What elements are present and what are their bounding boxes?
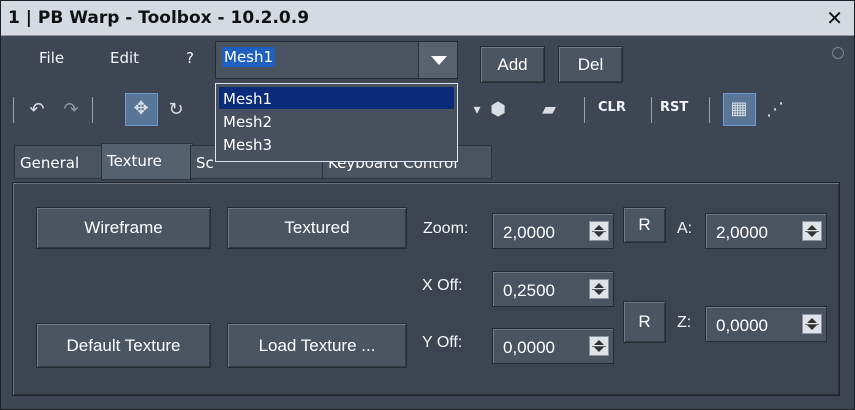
window-title: 1 | PB Warp - Toolbox - 10.2.0.9 [8,8,310,28]
mesh-option-3[interactable]: Mesh3 [219,133,454,155]
toolbar-separator [92,97,93,123]
y-offset-spin-icon[interactable] [589,336,609,356]
z-label: Z: [677,314,692,331]
fill-icon[interactable]: ⬢ [488,100,508,120]
toolbar-grip [13,97,14,123]
mesh-dropdown-list: Mesh1 Mesh2 Mesh3 [215,83,458,162]
undo-icon[interactable]: ↶ [27,100,47,120]
pb-warp-toolbox-window: 1 | PB Warp - Toolbox - 10.2.0.9 ✕ File … [0,0,855,410]
x-offset-label: X Off: [422,277,463,294]
y-offset-input[interactable]: 0,0000 [492,328,614,364]
tab-general[interactable]: General [14,145,104,179]
wireframe-button[interactable]: Wireframe [36,207,211,249]
x-offset-input[interactable]: 0,2500 [492,271,614,307]
default-texture-label: Default Texture [66,335,181,355]
reset-zoom-button[interactable]: R [623,207,666,243]
a-value: 2,0000 [716,223,768,242]
z-spin-icon[interactable] [802,314,822,334]
mesh-option-3-label: Mesh3 [223,136,273,154]
move-tool-button[interactable]: ✥ [125,93,158,126]
textured-button[interactable]: Textured [227,207,407,249]
z-input[interactable]: 0,0000 [705,306,827,342]
x-offset-value: 0,2500 [503,281,555,300]
fill-dropdown-icon[interactable]: ▾ [467,100,487,120]
reset-z-button[interactable]: R [623,301,666,343]
tab-general-label: General [20,154,80,172]
close-icon[interactable]: ✕ [826,6,843,30]
toolbar-separator [709,97,710,123]
r-bottom-label: R [638,312,651,331]
a-label: A: [677,220,693,237]
grid-tool-button[interactable]: ▦ [723,93,756,126]
tab-texture-label: Texture [107,152,162,170]
zoom-input[interactable]: 2,0000 [492,213,614,249]
redo-icon[interactable]: ↷ [61,100,81,120]
mesh-selector[interactable]: Mesh1 [215,41,458,79]
mesh-option-1[interactable]: Mesh1 [219,87,454,109]
move-icon: ✥ [133,98,149,119]
toolbar-separator [651,97,652,123]
status-indicator-icon [832,47,844,59]
zoom-spin-icon[interactable] [589,221,609,241]
delete-mesh-button[interactable]: Del [558,46,623,83]
reset-button[interactable]: RST [660,100,688,115]
mesh-option-2-label: Mesh2 [223,113,273,131]
delete-label: Del [577,54,604,74]
grid-icon: ▦ [730,98,748,119]
menu-file[interactable]: File [39,49,64,67]
z-value: 0,0000 [716,316,768,335]
mesh-selector-value: Mesh1 [222,47,276,67]
wireframe-label: Wireframe [84,218,163,237]
title-bar: 1 | PB Warp - Toolbox - 10.2.0.9 ✕ [1,1,854,36]
y-offset-value: 0,0000 [503,338,555,357]
menu-edit[interactable]: Edit [110,49,139,67]
add-label: Add [497,54,528,74]
tab-screen-partial-label: Sc [196,154,214,172]
add-mesh-button[interactable]: Add [480,46,545,83]
load-texture-label: Load Texture ... [258,335,376,355]
load-texture-button[interactable]: Load Texture ... [227,323,407,368]
clear-button[interactable]: CLR [598,100,626,115]
zoom-label: Zoom: [423,220,469,237]
textured-label: Textured [284,218,350,237]
a-spin-icon[interactable] [802,221,822,241]
eraser-icon[interactable]: ▰ [539,100,559,120]
default-texture-button[interactable]: Default Texture [36,323,211,368]
mesh-option-1-label: Mesh1 [223,90,273,108]
y-offset-label: Y Off: [422,334,463,351]
menu-help[interactable]: ? [186,49,194,67]
chevron-down-icon[interactable] [418,42,457,78]
mesh-option-2[interactable]: Mesh2 [219,110,454,132]
rotate-icon[interactable]: ↻ [166,100,186,120]
r-top-label: R [638,215,651,234]
x-offset-spin-icon[interactable] [589,279,609,299]
a-input[interactable]: 2,0000 [705,213,827,249]
tab-texture[interactable]: Texture [101,143,193,180]
points-icon[interactable]: ⋰ [765,100,785,120]
zoom-value: 2,0000 [503,223,555,242]
toolbar-separator [584,97,585,123]
